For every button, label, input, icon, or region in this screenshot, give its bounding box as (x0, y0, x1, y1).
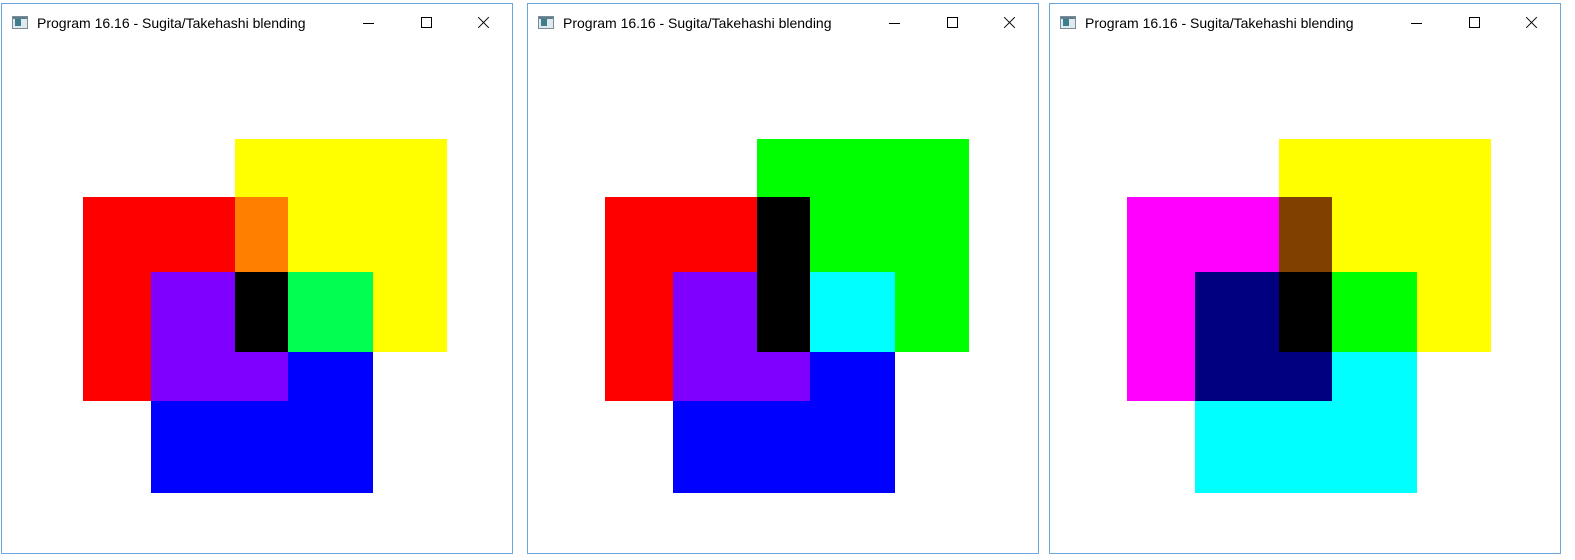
overlap-ac (1332, 272, 1417, 352)
minimize-button[interactable] (1394, 4, 1440, 42)
overlap-bc (151, 272, 235, 401)
blending-canvas (1127, 139, 1491, 493)
window-title: Program 16.16 - Sugita/Takehashi blendin… (1085, 15, 1354, 31)
overlap-ab (757, 197, 810, 272)
close-button[interactable] (1508, 4, 1554, 42)
minimize-button[interactable] (872, 4, 918, 42)
overlap-bc (673, 272, 758, 401)
maximize-button[interactable] (404, 4, 450, 42)
maximize-button[interactable] (1452, 4, 1498, 42)
window-title: Program 16.16 - Sugita/Takehashi blendin… (37, 15, 306, 31)
blending-canvas (605, 139, 969, 493)
title-bar[interactable]: Program 16.16 - Sugita/Takehashi blendin… (1050, 4, 1560, 42)
minimize-button[interactable] (346, 4, 392, 42)
overlap-abc (757, 272, 810, 352)
canvas (2, 42, 512, 553)
overlap-bc (1195, 272, 1280, 401)
overlap-ac (810, 272, 895, 352)
overlap-ab (1279, 197, 1332, 272)
app-window-icon (12, 16, 28, 29)
title-bar[interactable]: Program 16.16 - Sugita/Takehashi blendin… (528, 4, 1038, 42)
blending-window-3[interactable]: Program 16.16 - Sugita/Takehashi blendin… (1049, 3, 1561, 554)
overlap-bc-lower (1279, 352, 1332, 401)
overlap-abc (1279, 272, 1332, 352)
overlap-ab (235, 197, 288, 272)
blending-window-1[interactable]: Program 16.16 - Sugita/Takehashi blendin… (1, 3, 513, 554)
canvas (1050, 42, 1560, 553)
app-window-icon (1060, 16, 1076, 29)
blending-canvas (83, 139, 447, 493)
overlap-bc-lower (235, 352, 288, 401)
canvas (528, 42, 1038, 553)
maximize-button[interactable] (930, 4, 976, 42)
blending-window-2[interactable]: Program 16.16 - Sugita/Takehashi blendin… (527, 3, 1039, 554)
close-button[interactable] (986, 4, 1032, 42)
overlap-ac (288, 272, 373, 352)
overlap-bc-lower (757, 352, 810, 401)
window-title: Program 16.16 - Sugita/Takehashi blendin… (563, 15, 832, 31)
title-bar[interactable]: Program 16.16 - Sugita/Takehashi blendin… (2, 4, 512, 42)
overlap-abc (235, 272, 288, 352)
close-button[interactable] (460, 4, 506, 42)
app-window-icon (538, 16, 554, 29)
